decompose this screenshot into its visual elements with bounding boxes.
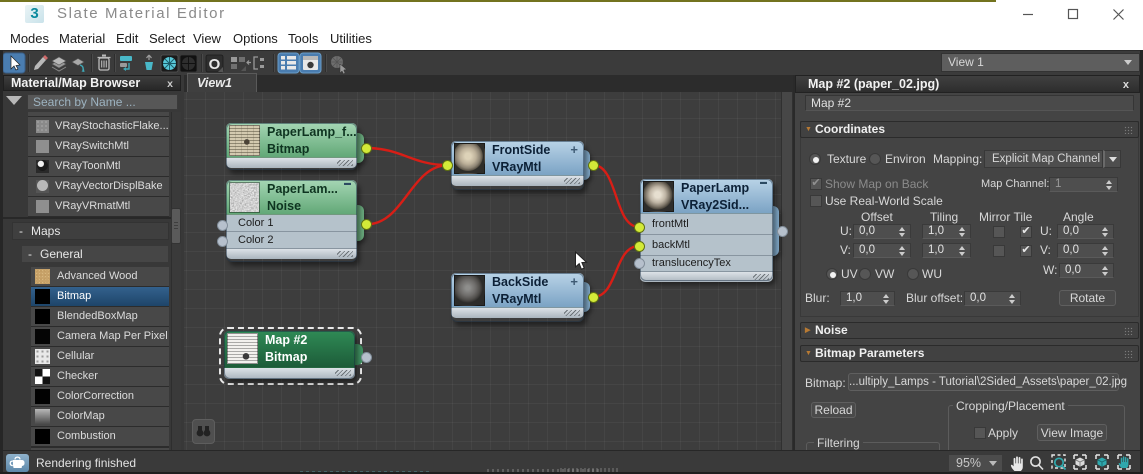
svg-text:O: O bbox=[209, 56, 221, 73]
